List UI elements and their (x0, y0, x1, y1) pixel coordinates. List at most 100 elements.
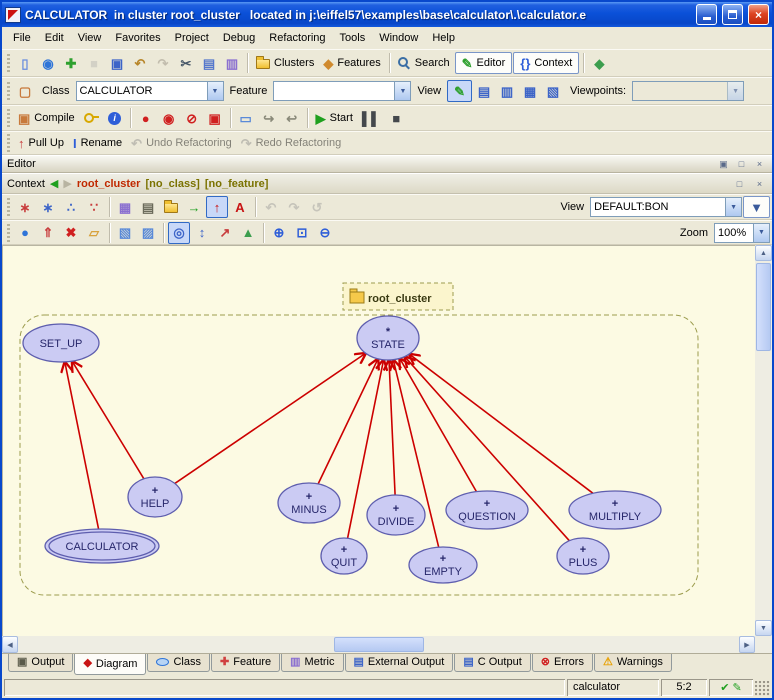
client-link-CALCULATOR-SET_UP[interactable] (65, 362, 99, 529)
zoom-combo-dropdown-arrow[interactable]: ▼ (753, 224, 769, 242)
delete-button[interactable]: ✖ (60, 222, 82, 244)
diagram-node-multiply[interactable]: +MULTIPLY (569, 491, 661, 529)
layout-tree-button[interactable]: ▨ (137, 222, 159, 244)
editor-toggle-button[interactable]: ✎Editor (455, 52, 513, 74)
export-image-button[interactable]: ▦ (114, 196, 136, 218)
tab-output[interactable]: ▣Output (8, 654, 73, 672)
close-button[interactable]: × (748, 4, 769, 25)
diagram-node-question[interactable]: +QUESTION (446, 491, 528, 529)
menu-file[interactable]: File (6, 29, 38, 47)
physics-toggle-button[interactable]: ● (14, 222, 36, 244)
horizontal-scroll-thumb[interactable] (334, 637, 424, 652)
scroll-down-button[interactable]: ▼ (755, 620, 772, 636)
client-link-HELP-SET_UP[interactable] (72, 361, 144, 479)
cut-button[interactable]: ✂ (175, 52, 197, 74)
feature-combo[interactable]: ▼ (273, 81, 411, 101)
features-button[interactable]: ◆Features (319, 52, 384, 74)
interface-view-button[interactable]: ▧ (542, 80, 564, 102)
stop-button[interactable]: ■ (385, 107, 407, 129)
system-info-button[interactable] (104, 107, 126, 129)
step-out-button[interactable]: ↩ (281, 107, 303, 129)
menu-refactoring[interactable]: Refactoring (262, 29, 332, 47)
diagram-canvas[interactable]: root_clusterSET_UP*STATE+HELPCALCULATOR+… (2, 245, 755, 636)
contract-view-button[interactable]: ▦ (519, 80, 541, 102)
compile-button[interactable]: ▣Compile (14, 107, 79, 129)
view-menu-button[interactable]: ▼ (743, 196, 770, 218)
flat-view-button[interactable]: ▥ (496, 80, 518, 102)
tab-external-output[interactable]: ▤External Output (345, 654, 454, 672)
vertical-scrollbar[interactable]: ▲ ▼ (755, 245, 772, 636)
inheritance-link-tool[interactable]: ∵ (83, 196, 105, 218)
melt-key-button[interactable] (80, 107, 103, 129)
quick-melt-button[interactable]: ◉ (158, 107, 180, 129)
context-cluster-name[interactable]: root_cluster (77, 178, 141, 190)
context-maximize-icon[interactable]: □ (732, 177, 747, 191)
menu-help[interactable]: Help (425, 29, 462, 47)
zoom-combo[interactable]: 100%▼ (714, 223, 770, 243)
history-forward-button[interactable]: ▶ (63, 177, 71, 190)
cluster-label-box[interactable]: root_cluster (343, 283, 453, 310)
zoom-fit-button[interactable]: ⊡ (291, 222, 313, 244)
menu-window[interactable]: Window (372, 29, 425, 47)
run-button[interactable]: ▶Start (312, 107, 357, 129)
diagram-node-empty[interactable]: +EMPTY (409, 547, 477, 583)
context-close-icon[interactable]: × (752, 177, 767, 191)
feature-combo-dropdown-arrow[interactable]: ▼ (394, 82, 410, 100)
tab-c-output[interactable]: ▤C Output (454, 654, 530, 672)
diagram-view-combo[interactable]: DEFAULT:BON▼ (590, 197, 742, 217)
context-toggle-button[interactable]: {}Context (513, 52, 579, 74)
diagram-node-minus[interactable]: +MINUS (278, 483, 340, 523)
crop-toggle-button[interactable]: ↑ (206, 196, 228, 218)
tab-warnings[interactable]: ⚠Warnings (594, 654, 672, 672)
zoom-out-button[interactable]: ⊖ (314, 222, 336, 244)
clickable-view-button[interactable]: ▤ (473, 80, 495, 102)
minimize-button[interactable] (696, 4, 717, 25)
diagram-node-help[interactable]: +HELP (128, 477, 182, 517)
tab-errors[interactable]: ⊗Errors (532, 654, 593, 672)
create-cluster-tool[interactable]: ∗ (37, 196, 59, 218)
client-link-HELP-STATE[interactable] (175, 353, 366, 483)
class-browser-button[interactable]: ▢ (14, 80, 36, 102)
menu-favorites[interactable]: Favorites (108, 29, 167, 47)
diagram-view-combo-dropdown-arrow[interactable]: ▼ (725, 198, 741, 216)
pull-up-button[interactable]: ↑Pull Up (14, 132, 68, 154)
maximize-panel-icon[interactable]: □ (734, 157, 749, 171)
add-item-button[interactable]: ✚ (60, 52, 82, 74)
client-link-DIVIDE-STATE[interactable] (389, 360, 395, 495)
scroll-right-button[interactable]: ▶ (739, 636, 755, 653)
save-button[interactable]: ▣ (106, 52, 128, 74)
resize-grip[interactable] (755, 681, 770, 696)
vertical-scroll-thumb[interactable] (756, 263, 771, 351)
class-combo-dropdown-arrow[interactable]: ▼ (207, 82, 223, 100)
layout-grid-button[interactable]: ▧ (114, 222, 136, 244)
console-button[interactable]: ▭ (235, 107, 257, 129)
anchor-tool-button[interactable]: ⇑ (37, 222, 59, 244)
diagram-node-quit[interactable]: +QUIT (321, 538, 367, 574)
open-cluster-button[interactable] (160, 196, 182, 218)
menu-tools[interactable]: Tools (333, 29, 373, 47)
undo-button[interactable]: ↶ (129, 52, 151, 74)
print-diagram-button[interactable]: ▤ (137, 196, 159, 218)
history-back-button[interactable]: ◀ (50, 177, 58, 190)
step-into-button[interactable]: ↪ (258, 107, 280, 129)
new-window-button[interactable]: ▯ (14, 52, 36, 74)
horizontal-scrollbar[interactable]: ◀ ▶ (2, 636, 755, 653)
clusters-button[interactable]: Clusters (252, 52, 318, 74)
create-class-tool[interactable]: ∗ (14, 196, 36, 218)
vertical-scroll-track[interactable] (755, 261, 772, 620)
diagram-node-set_up[interactable]: SET_UP (23, 324, 99, 362)
freeze-button[interactable]: ⊘ (181, 107, 203, 129)
scroll-up-button[interactable]: ▲ (755, 245, 772, 261)
melt-button[interactable]: ● (135, 107, 157, 129)
open-button[interactable]: ◉ (37, 52, 59, 74)
close-panel-icon[interactable]: × (752, 157, 767, 171)
diagram-node-plus[interactable]: +PLUS (557, 538, 609, 574)
copy-button[interactable]: ▤ (198, 52, 220, 74)
tab-metric[interactable]: ▥Metric (281, 654, 343, 672)
eraser-button[interactable]: ▱ (83, 222, 105, 244)
client-link-MINUS-STATE[interactable] (318, 359, 378, 484)
basic-text-view-button[interactable]: ✎ (447, 80, 472, 102)
diagram-node-calculator[interactable]: CALCULATOR (45, 529, 159, 563)
reorder-button[interactable]: ↕ (191, 222, 213, 244)
search-button[interactable]: Search (394, 52, 454, 74)
